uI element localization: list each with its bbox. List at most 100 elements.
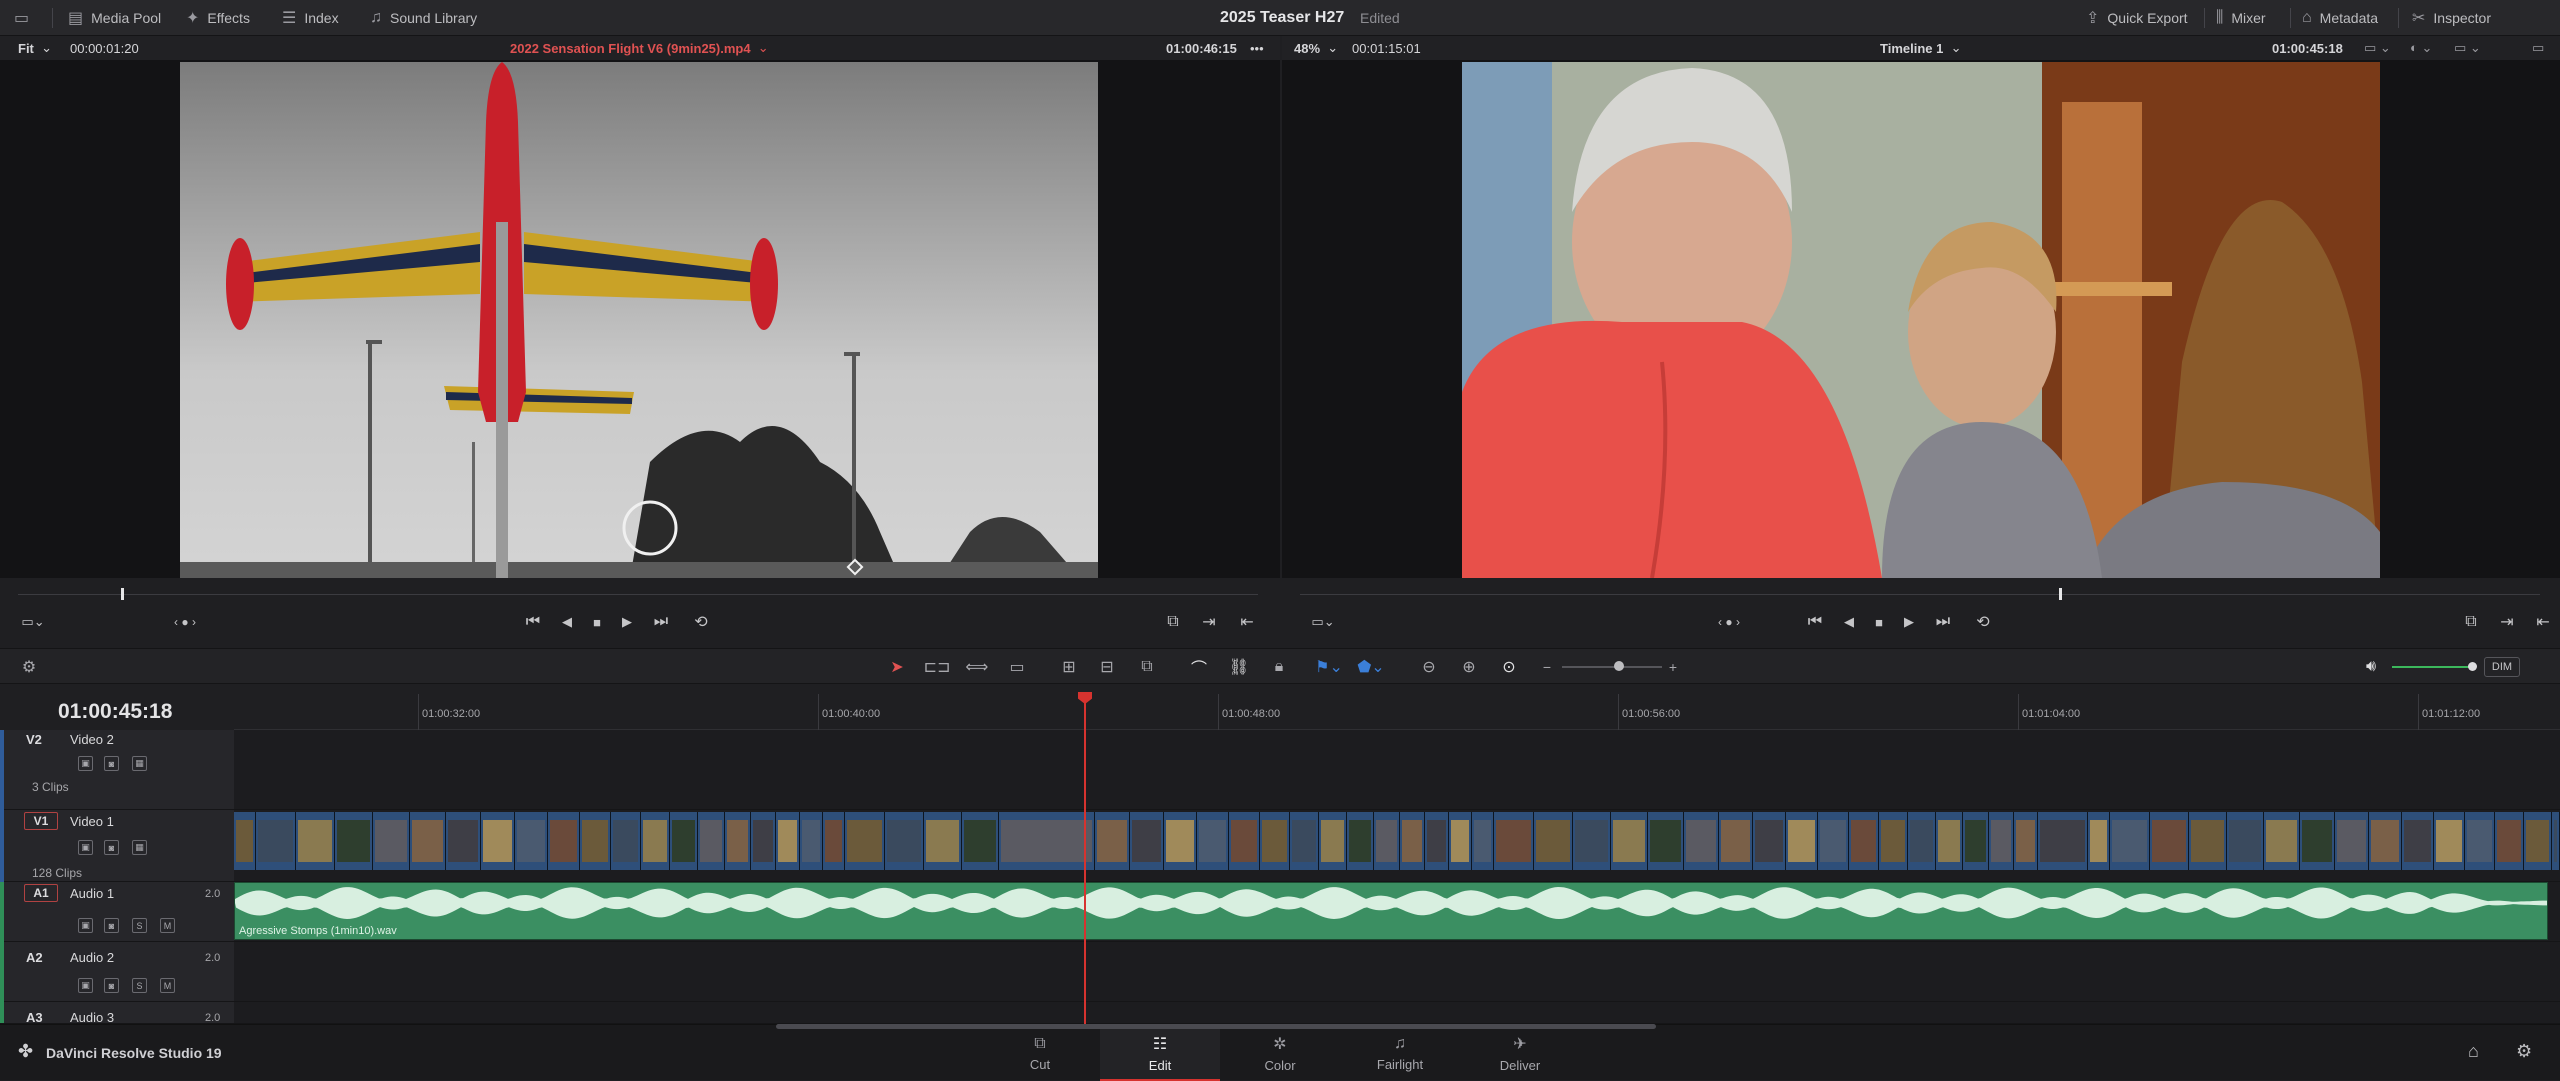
zoom-slider[interactable]	[1562, 661, 1662, 671]
video-clip[interactable]	[823, 812, 845, 870]
video-clip[interactable]	[2088, 812, 2110, 870]
timeline-viewer-playhead[interactable]	[2058, 588, 2062, 600]
video-clip[interactable]	[1347, 812, 1374, 870]
overwrite-clip-icon[interactable]: ⊟	[1094, 649, 1120, 685]
video-clip[interactable]	[2495, 812, 2524, 870]
video-clip[interactable]	[1449, 812, 1472, 870]
track-name-a3[interactable]: Audio 3	[70, 1010, 114, 1023]
video-clip[interactable]	[2150, 812, 2189, 870]
video-clip[interactable]	[885, 812, 924, 870]
zoom-custom-icon[interactable]: ⊙	[1496, 649, 1522, 685]
home-icon[interactable]: ⌂	[2468, 1041, 2479, 1062]
viewer-mode-icon[interactable]: ▭ ⌄	[2364, 36, 2391, 60]
position-lock-icon[interactable]: 🔒︎	[1266, 649, 1292, 685]
video-clip[interactable]	[548, 812, 580, 870]
mark-in-icon[interactable]: ⇤	[1234, 608, 1260, 636]
mute-button[interactable]: M	[160, 918, 175, 933]
video-clip[interactable]	[1963, 812, 1989, 870]
video-clip[interactable]	[1374, 812, 1400, 870]
track-header-v2[interactable]: V2 Video 2 ▣ ◙ ▦ 3 Clips	[0, 730, 234, 810]
zoom-slider-knob[interactable]	[1614, 661, 1624, 671]
track-visibility-icon[interactable]: ▦	[132, 840, 147, 855]
quick-export-button[interactable]: ⇪ Quick Export	[2086, 0, 2188, 36]
video-clip[interactable]	[1753, 812, 1786, 870]
video-clip[interactable]	[2264, 812, 2300, 870]
lock-icon[interactable]: ▣	[78, 840, 93, 855]
video-clip[interactable]	[1164, 812, 1197, 870]
timeline-jog-control[interactable]: ‹ ● ›	[1704, 608, 1754, 636]
source-options-icon[interactable]: •••	[1250, 36, 1264, 60]
video-clip[interactable]	[2014, 812, 2038, 870]
video-clip[interactable]	[1095, 812, 1130, 870]
page-tab-edit[interactable]: ☷ Edit	[1100, 1025, 1220, 1081]
video-clip[interactable]	[1319, 812, 1347, 870]
video-clip[interactable]	[296, 812, 335, 870]
zoom-out-icon[interactable]: −	[1534, 649, 1560, 685]
timeline-go-to-end-icon[interactable]: ⏭	[1930, 608, 1956, 636]
timeline-match-frame-icon[interactable]: ⧉	[2458, 608, 2484, 636]
video-clip[interactable]	[1849, 812, 1879, 870]
video-clip[interactable]	[2300, 812, 2335, 870]
trim-tool-icon[interactable]: ⊏⊐	[924, 649, 951, 685]
video-clip[interactable]	[2189, 812, 2227, 870]
video-clip[interactable]	[335, 812, 373, 870]
zoom-in-icon[interactable]: +	[1660, 649, 1686, 685]
video-clip[interactable]	[2465, 812, 2495, 870]
blade-tool-icon[interactable]: ▭	[1004, 649, 1030, 685]
video-clip[interactable]	[611, 812, 641, 870]
media-pool-button[interactable]: ▤ Media Pool	[68, 0, 161, 36]
track-header-a3[interactable]: A3 Audio 3 2.0	[0, 1002, 234, 1024]
video-clip[interactable]	[1290, 812, 1319, 870]
track-id-a1[interactable]: A1	[24, 884, 58, 902]
color-scope-icon[interactable]: ◐ ⌄	[2410, 36, 2432, 60]
go-to-start-icon[interactable]: ⏮	[520, 608, 546, 636]
track-name-v2[interactable]: Video 2	[70, 732, 114, 747]
timeline-mark-in-icon[interactable]: ⇤	[2530, 608, 2556, 636]
zoom-full-icon[interactable]: ⊖	[1416, 649, 1442, 685]
timeline-ruler[interactable]: 01:00:32:00 01:00:40:00 01:00:48:00 01:0…	[234, 694, 2560, 730]
video-clip[interactable]	[1400, 812, 1425, 870]
video-clip[interactable]	[1260, 812, 1290, 870]
video-clip[interactable]	[1786, 812, 1818, 870]
video-clip[interactable]	[580, 812, 611, 870]
video-clip[interactable]	[373, 812, 410, 870]
source-zoom-select[interactable]: Fit ⌄	[18, 36, 52, 60]
track-header-a2[interactable]: A2 Audio 2 2.0 ▣ ◙ S M	[0, 942, 234, 1002]
timeline-go-to-start-icon[interactable]: ⏮	[1802, 608, 1828, 636]
play-icon[interactable]: ▶	[614, 608, 640, 636]
audio1-clip[interactable]: Agressive Stomps (1min10).wav	[234, 882, 2548, 940]
source-playhead[interactable]	[120, 588, 124, 600]
dynamic-trim-icon[interactable]: ⟺	[964, 649, 990, 685]
video-clip[interactable]	[725, 812, 751, 870]
timeline-display-icon[interactable]: ▭⌄	[1308, 608, 1338, 636]
timeline-name-select[interactable]: Timeline 1 ⌄	[1880, 36, 1961, 60]
timeline-zoom-select[interactable]: 48% ⌄	[1294, 36, 1338, 60]
video-clip[interactable]	[1494, 812, 1534, 870]
video-clip[interactable]	[446, 812, 481, 870]
workspace-icon[interactable]: ▭	[14, 0, 37, 36]
video-clip[interactable]	[1989, 812, 2014, 870]
video-clip[interactable]	[2434, 812, 2465, 870]
track-name-a2[interactable]: Audio 2	[70, 950, 114, 965]
video-clip[interactable]	[2038, 812, 2088, 870]
track-name-a1[interactable]: Audio 1	[70, 886, 114, 901]
viewer-more-icon[interactable]: ▭	[2532, 36, 2544, 60]
video-clip[interactable]	[2369, 812, 2402, 870]
marker-icon[interactable]: ⬟⌄	[1357, 649, 1384, 685]
video-clip[interactable]	[641, 812, 670, 870]
video-clip[interactable]	[1719, 812, 1753, 870]
video-clip[interactable]	[1908, 812, 1936, 870]
auto-select-icon[interactable]: ◙	[104, 918, 119, 933]
timeline-viewer[interactable]	[1282, 60, 2560, 578]
stop-icon[interactable]: ■	[584, 608, 610, 636]
video-clip[interactable]	[845, 812, 885, 870]
mark-out-icon[interactable]: ⇥	[1196, 608, 1222, 636]
insert-clip-icon[interactable]: ⊞	[1056, 649, 1082, 685]
video-clip[interactable]	[256, 812, 296, 870]
video-clip[interactable]	[2110, 812, 2150, 870]
page-tab-color[interactable]: ✲ Color	[1220, 1025, 1340, 1081]
video-clip[interactable]	[1611, 812, 1648, 870]
video-clip[interactable]	[751, 812, 776, 870]
video-clip[interactable]	[962, 812, 999, 870]
source-viewer[interactable]	[0, 60, 1280, 578]
